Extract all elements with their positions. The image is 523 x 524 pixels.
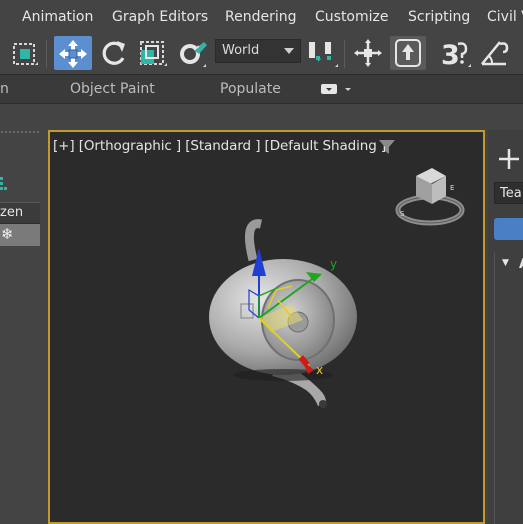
ribbon-display-toggle[interactable] [320,82,354,96]
ribbon-tab-partial[interactable]: n [0,81,9,97]
ribbon-gap [0,104,523,128]
frozen-cell[interactable]: ❄ [0,224,40,246]
snaps-3d-button[interactable]: 3 [438,36,472,70]
main-toolbar: World 3 [0,34,523,74]
frozen-column-label: zen [0,205,24,220]
menu-bar: Animation Graph Editors Rendering Custom… [0,0,523,34]
rollout-title[interactable]: A [519,257,523,272]
coord-system-value: World [222,43,260,58]
menu-rendering[interactable]: Rendering [225,9,297,25]
object-name-value: Tea [500,186,522,201]
ribbon-tabs: n Object Paint Populate [0,74,523,104]
svg-text:3: 3 [441,40,460,70]
filter-icon[interactable] [379,140,395,154]
scene-explorer-panel: zen ❄ [0,136,42,524]
rollout-panel: ▼ A [494,252,523,524]
pivot-icon [309,42,338,67]
select-move-button[interactable] [54,36,92,70]
toolbar-separator [46,40,47,68]
snowflake-icon: ❄ [1,225,14,243]
object-name-field[interactable]: Tea [494,182,523,204]
angle-snap-icon [481,41,509,66]
pivot-button[interactable] [305,36,339,70]
select-region-button[interactable] [8,36,42,70]
select-scale-icon [140,41,167,66]
select-scale-button[interactable] [136,36,170,70]
select-rotate-icon [102,41,125,65]
hierarchy-icon[interactable] [0,176,10,192]
ribbon-tab-populate[interactable]: Populate [220,81,281,97]
placement-button[interactable] [176,36,210,70]
select-manipulate-icon [354,39,382,67]
chevron-down-icon [284,48,294,54]
menu-scripting[interactable]: Scripting [408,9,470,25]
snaps-3d-icon: 3 [441,40,471,70]
object-color-swatch[interactable] [494,218,523,240]
rollout-collapse-icon[interactable]: ▼ [502,258,509,268]
placement-icon [180,42,207,67]
ribbon-tab-object-paint[interactable]: Object Paint [70,81,155,97]
angle-snap-button[interactable] [478,36,512,70]
viewcube[interactable]: S E [392,160,468,232]
viewport-label[interactable]: [+] [Orthographic ] [Standard ] [Default… [53,138,386,154]
menu-graph-editors[interactable]: Graph Editors [112,9,208,25]
keyboard-shortcut-icon [395,39,421,67]
compass-e-label: E [450,184,454,192]
perspective-viewport[interactable]: [+] [Orthographic ] [Standard ] [Default… [48,130,485,524]
select-move-icon [59,40,87,68]
coord-system-select[interactable]: World [215,39,301,63]
menu-animation[interactable]: Animation [22,9,93,25]
select-rotate-button[interactable] [96,36,130,70]
select-manipulate-button[interactable] [351,36,385,70]
frozen-column-header[interactable]: zen [0,202,40,224]
panel-grip[interactable] [0,130,40,134]
axis-x-label: x [316,363,323,377]
keyboard-shortcut-toggle[interactable] [390,36,426,70]
menu-customize[interactable]: Customize [315,9,389,25]
toolbar-separator [344,40,345,68]
teapot-object[interactable]: y x [198,212,398,432]
axis-y-label: y [330,257,337,271]
command-panel: Tea ▼ A [488,130,523,524]
create-plus-icon[interactable] [498,148,520,170]
compass-s-label: S [400,210,405,218]
chevron-down-icon [345,88,351,91]
menu-civil-view[interactable]: Civil V [487,9,523,25]
select-region-icon [13,43,38,65]
